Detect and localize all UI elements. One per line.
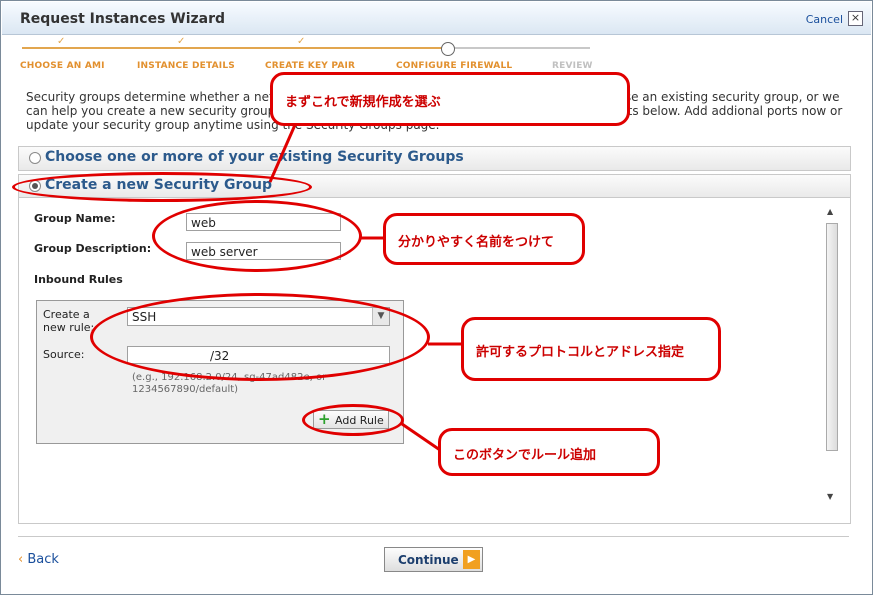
existing-groups-label: Choose one or more of your existing Secu… [45,149,464,165]
continue-button[interactable]: Continue ▶ [384,547,483,572]
panel-scrollbar[interactable]: ▲ ▼ [825,207,839,503]
close-icon[interactable]: × [848,11,863,26]
scroll-up-icon[interactable]: ▲ [827,207,833,216]
step-configure-firewall: CONFIGURE FIREWALL [396,61,513,71]
check-icon: ✓ [57,36,66,47]
scroll-thumb[interactable] [826,223,838,451]
annotation-name-it: 分かりやすく名前をつけて [383,213,585,265]
step-review: REVIEW [552,61,593,71]
annotation-add-button: このボタンでルール追加 [438,428,660,476]
source-label: Source: [43,348,85,361]
footer-divider [18,536,849,537]
step-instance-details: INSTANCE DETAILS [137,61,235,71]
back-link[interactable]: ‹ Back [18,552,59,567]
current-step-marker [441,42,455,56]
annotation-protocol: 許可するプロトコルとアドレス指定 [461,317,721,381]
annotation-select-new: まずこれで新規作成を選ぶ [270,72,630,126]
radio-existing[interactable] [29,152,41,164]
check-icon: ✓ [177,36,186,47]
inbound-rules-label: Inbound Rules [34,273,123,286]
scroll-down-icon[interactable]: ▼ [827,492,833,501]
annotation-ring-add-rule [302,404,404,436]
existing-groups-option[interactable]: Choose one or more of your existing Secu… [18,146,851,171]
back-arrow-icon: ‹ [18,552,24,567]
annotation-ring-rule [90,293,430,381]
arrow-right-icon: ▶ [463,550,480,569]
window-title: Request Instances Wizard [20,11,226,27]
annotation-ring-new-group [12,172,312,202]
progress-track [22,47,590,49]
group-name-label: Group Name: [34,212,116,225]
cancel-link[interactable]: Cancel [806,13,843,26]
group-description-label: Group Description: [34,242,152,255]
step-create-key-pair: CREATE KEY PAIR [265,61,356,71]
annotation-ring-name-fields [152,200,362,272]
step-choose-ami: CHOOSE AN AMI [20,61,105,71]
check-icon: ✓ [297,36,306,47]
title-bar: Request Instances Wizard Cancel × [2,2,871,35]
